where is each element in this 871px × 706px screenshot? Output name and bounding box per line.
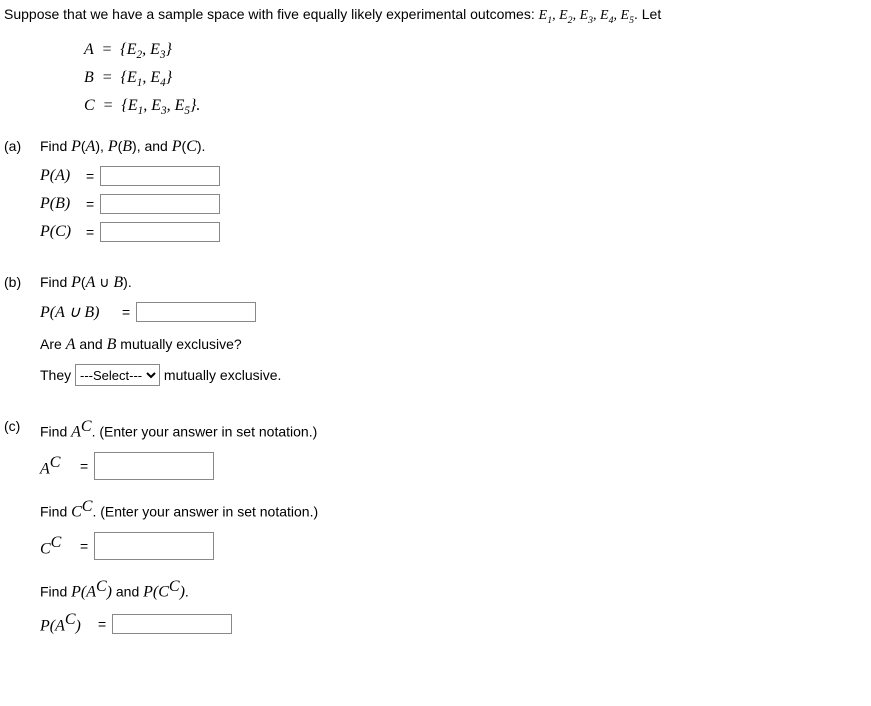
part-a-marker: (a) — [4, 138, 40, 154]
input-Ac[interactable] — [94, 452, 214, 480]
input-PB[interactable] — [100, 194, 220, 214]
equals-sign: = — [80, 458, 88, 474]
part-c: (c) Find AC. (Enter your answer in set n… — [4, 418, 871, 643]
part-a-prompt: Find P(A), P(B), and P(C). — [40, 138, 871, 156]
part-c-prompt3: Find P(AC) and P(CC). — [40, 578, 871, 602]
set-A-lhs: A — [84, 41, 93, 58]
label-PAuB: P(A ∪ B) — [40, 302, 116, 322]
input-PAc[interactable] — [112, 614, 232, 634]
label-PAc: P(AC) — [40, 611, 92, 635]
select-mutually-exclusive[interactable]: ---Select--- — [75, 364, 160, 386]
intro-suffix: . Let — [634, 6, 661, 22]
part-c-prompt2: Find CC. (Enter your answer in set notat… — [40, 498, 871, 522]
input-Cc[interactable] — [94, 532, 214, 560]
set-B-lhs: B — [84, 69, 94, 86]
part-a: (a) Find P(A), P(B), and P(C). P(A) = P(… — [4, 138, 871, 250]
problem-intro: Suppose that we have a sample space with… — [4, 4, 871, 28]
equals-sign: = — [86, 168, 94, 184]
input-PC[interactable] — [100, 222, 220, 242]
part-b: (b) Find P(A ∪ B). P(A ∪ B) = Are A and … — [4, 274, 871, 394]
label-Cc: CC — [40, 534, 74, 558]
part-b-prompt2: Are A and B mutually exclusive? — [40, 336, 871, 354]
input-PAuB[interactable] — [136, 302, 256, 322]
input-PA[interactable] — [100, 166, 220, 186]
part-c-marker: (c) — [4, 418, 40, 434]
equals-sign: = — [86, 196, 94, 212]
set-definitions: A = {E2, E3} B = {E1, E4} C = {E1, E3, E… — [84, 38, 871, 120]
equals-sign: = — [98, 616, 106, 632]
label-PA: P(A) — [40, 167, 80, 185]
after-select-text: mutually exclusive. — [164, 367, 282, 383]
equals-sign: = — [122, 304, 130, 320]
part-b-prompt1: Find P(A ∪ B). — [40, 274, 871, 292]
equals-sign: = — [86, 224, 94, 240]
part-c-prompt1: Find AC. (Enter your answer in set notat… — [40, 418, 871, 442]
intro-outcomes: E1, E2, E3, E4, E5 — [539, 8, 634, 23]
equals-sign: = — [80, 538, 88, 554]
they-text: They — [40, 367, 71, 383]
label-PC: P(C) — [40, 223, 80, 241]
set-C-lhs: C — [84, 97, 95, 114]
label-PB: P(B) — [40, 195, 80, 213]
intro-prefix: Suppose that we have a sample space with… — [4, 6, 539, 22]
label-Ac: AC — [40, 454, 74, 478]
part-b-marker: (b) — [4, 274, 40, 290]
